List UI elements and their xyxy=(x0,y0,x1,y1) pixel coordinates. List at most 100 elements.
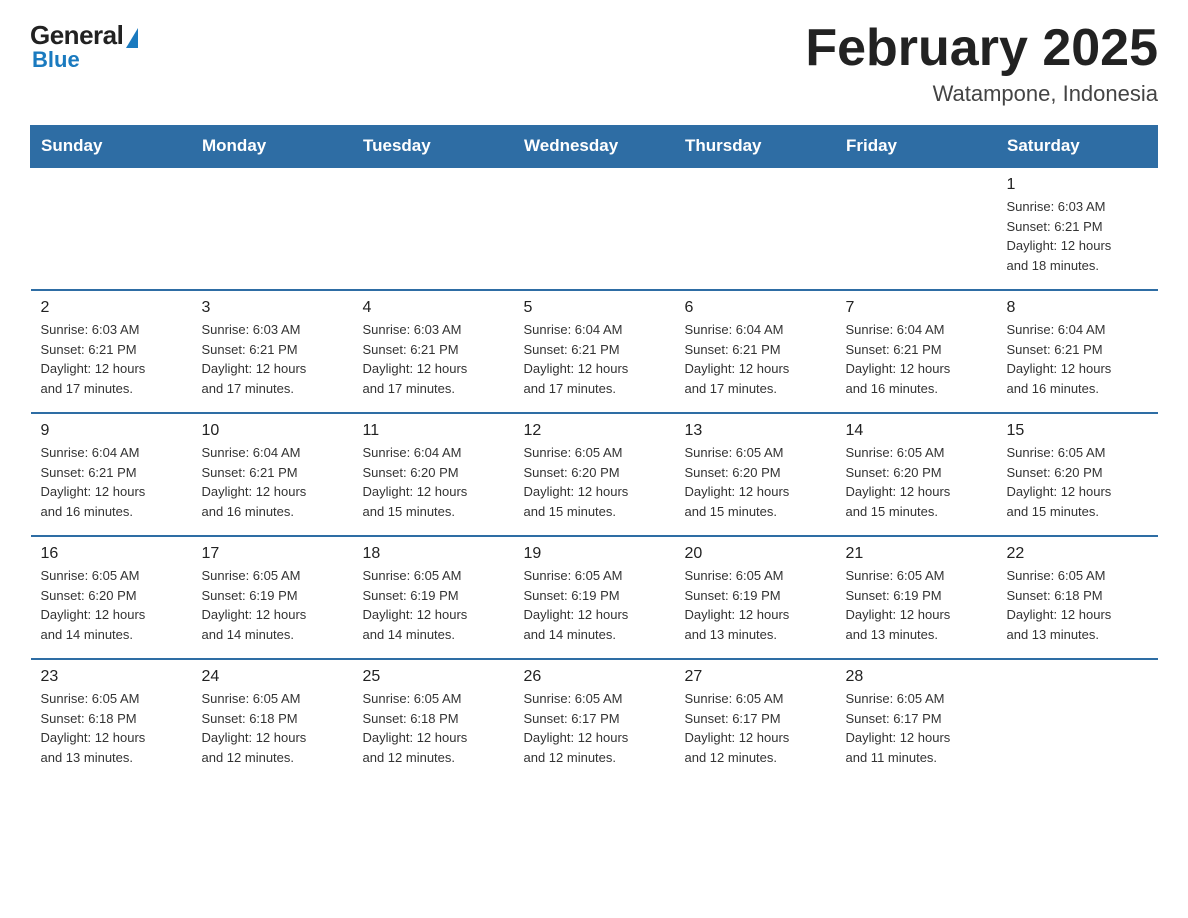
day-cell: 24 Sunrise: 6:05 AMSunset: 6:18 PMDayligh… xyxy=(192,659,353,781)
day-number: 27 xyxy=(685,668,826,686)
logo: General Blue xyxy=(30,20,138,73)
day-cell: 26Sunrise: 6:05 AMSunset: 6:17 PMDayligh… xyxy=(514,659,675,781)
day-number: 14 xyxy=(846,422,987,440)
header-cell-monday: Monday xyxy=(192,126,353,168)
day-cell: 11 Sunrise: 6:04 AMSunset: 6:20 PMDayligh… xyxy=(353,413,514,536)
day-info: Sunrise: 6:05 AMSunset: 6:20 PMDaylight:… xyxy=(846,443,987,521)
day-info: Sunrise: 6:05 AMSunset: 6:19 PMDaylight:… xyxy=(202,566,343,644)
header-cell-thursday: Thursday xyxy=(675,126,836,168)
day-number: 10 xyxy=(202,422,343,440)
day-cell: 10 Sunrise: 6:04 AMSunset: 6:21 PMDayligh… xyxy=(192,413,353,536)
day-info: Sunrise: 6:05 AMSunset: 6:20 PMDaylight:… xyxy=(685,443,826,521)
day-cell xyxy=(675,167,836,290)
day-info: Sunrise: 6:05 AMSunset: 6:18 PMDaylight:… xyxy=(363,689,504,767)
day-info: Sunrise: 6:03 AMSunset: 6:21 PMDaylight:… xyxy=(363,320,504,398)
day-info: Sunrise: 6:03 AMSunset: 6:21 PMDaylight:… xyxy=(1007,197,1148,275)
header-cell-saturday: Saturday xyxy=(997,126,1158,168)
day-cell: 20 Sunrise: 6:05 AMSunset: 6:19 PMDayligh… xyxy=(675,536,836,659)
day-number: 13 xyxy=(685,422,826,440)
day-cell xyxy=(997,659,1158,781)
day-number: 20 xyxy=(685,545,826,563)
day-cell: 3 Sunrise: 6:03 AMSunset: 6:21 PMDaylight… xyxy=(192,290,353,413)
day-number: 3 xyxy=(202,299,343,317)
day-number: 25 xyxy=(363,668,504,686)
day-cell: 2 Sunrise: 6:03 AMSunset: 6:21 PMDaylight… xyxy=(31,290,192,413)
day-info: Sunrise: 6:04 AMSunset: 6:21 PMDaylight:… xyxy=(41,443,182,521)
day-cell: 16 Sunrise: 6:05 AMSunset: 6:20 PMDayligh… xyxy=(31,536,192,659)
day-cell: 27 Sunrise: 6:05 AMSunset: 6:17 PMDayligh… xyxy=(675,659,836,781)
day-info: Sunrise: 6:05 AMSunset: 6:19 PMDaylight:… xyxy=(363,566,504,644)
day-cell: 5 Sunrise: 6:04 AMSunset: 6:21 PMDaylight… xyxy=(514,290,675,413)
header-cell-sunday: Sunday xyxy=(31,126,192,168)
day-cell: 17Sunrise: 6:05 AMSunset: 6:19 PMDayligh… xyxy=(192,536,353,659)
day-cell: 15 Sunrise: 6:05 AMSunset: 6:20 PMDayligh… xyxy=(997,413,1158,536)
day-info: Sunrise: 6:05 AMSunset: 6:17 PMDaylight:… xyxy=(524,689,665,767)
calendar-body: 1Sunrise: 6:03 AMSunset: 6:21 PMDaylight… xyxy=(31,167,1158,781)
day-info: Sunrise: 6:05 AMSunset: 6:19 PMDaylight:… xyxy=(524,566,665,644)
day-cell: 28 Sunrise: 6:05 AMSunset: 6:17 PMDayligh… xyxy=(836,659,997,781)
day-cell xyxy=(836,167,997,290)
day-cell xyxy=(31,167,192,290)
calendar-title: February 2025 xyxy=(805,20,1158,77)
day-cell: 12Sunrise: 6:05 AMSunset: 6:20 PMDayligh… xyxy=(514,413,675,536)
day-info: Sunrise: 6:05 AMSunset: 6:20 PMDaylight:… xyxy=(1007,443,1148,521)
day-number: 19 xyxy=(524,545,665,563)
title-block: February 2025 Watampone, Indonesia xyxy=(805,20,1158,107)
day-number: 24 xyxy=(202,668,343,686)
day-cell xyxy=(192,167,353,290)
day-number: 28 xyxy=(846,668,987,686)
day-cell: 6 Sunrise: 6:04 AMSunset: 6:21 PMDaylight… xyxy=(675,290,836,413)
logo-blue-text: Blue xyxy=(32,47,80,73)
day-number: 4 xyxy=(363,299,504,317)
day-cell: 23 Sunrise: 6:05 AMSunset: 6:18 PMDayligh… xyxy=(31,659,192,781)
day-number: 22 xyxy=(1007,545,1148,563)
day-info: Sunrise: 6:05 AMSunset: 6:19 PMDaylight:… xyxy=(846,566,987,644)
day-info: Sunrise: 6:05 AMSunset: 6:19 PMDaylight:… xyxy=(685,566,826,644)
day-number: 18 xyxy=(363,545,504,563)
day-number: 16 xyxy=(41,545,182,563)
header-cell-wednesday: Wednesday xyxy=(514,126,675,168)
day-info: Sunrise: 6:05 AMSunset: 6:17 PMDaylight:… xyxy=(846,689,987,767)
day-cell: 21Sunrise: 6:05 AMSunset: 6:19 PMDayligh… xyxy=(836,536,997,659)
day-cell: 9Sunrise: 6:04 AMSunset: 6:21 PMDaylight… xyxy=(31,413,192,536)
calendar-table: SundayMondayTuesdayWednesdayThursdayFrid… xyxy=(30,125,1158,781)
day-number: 5 xyxy=(524,299,665,317)
day-number: 12 xyxy=(524,422,665,440)
day-cell: 18 Sunrise: 6:05 AMSunset: 6:19 PMDayligh… xyxy=(353,536,514,659)
day-number: 2 xyxy=(41,299,182,317)
day-info: Sunrise: 6:04 AMSunset: 6:21 PMDaylight:… xyxy=(1007,320,1148,398)
calendar-subtitle: Watampone, Indonesia xyxy=(805,81,1158,107)
day-cell: 19 Sunrise: 6:05 AMSunset: 6:19 PMDayligh… xyxy=(514,536,675,659)
day-cell: 14 Sunrise: 6:05 AMSunset: 6:20 PMDayligh… xyxy=(836,413,997,536)
week-row-4: 16 Sunrise: 6:05 AMSunset: 6:20 PMDayligh… xyxy=(31,536,1158,659)
day-info: Sunrise: 6:03 AMSunset: 6:21 PMDaylight:… xyxy=(202,320,343,398)
day-cell: 13 Sunrise: 6:05 AMSunset: 6:20 PMDayligh… xyxy=(675,413,836,536)
day-info: Sunrise: 6:05 AMSunset: 6:17 PMDaylight:… xyxy=(685,689,826,767)
day-info: Sunrise: 6:04 AMSunset: 6:21 PMDaylight:… xyxy=(846,320,987,398)
day-cell: 4 Sunrise: 6:03 AMSunset: 6:21 PMDaylight… xyxy=(353,290,514,413)
day-info: Sunrise: 6:03 AMSunset: 6:21 PMDaylight:… xyxy=(41,320,182,398)
day-info: Sunrise: 6:05 AMSunset: 6:18 PMDaylight:… xyxy=(41,689,182,767)
header-cell-tuesday: Tuesday xyxy=(353,126,514,168)
week-row-5: 23 Sunrise: 6:05 AMSunset: 6:18 PMDayligh… xyxy=(31,659,1158,781)
day-info: Sunrise: 6:04 AMSunset: 6:21 PMDaylight:… xyxy=(202,443,343,521)
day-cell xyxy=(514,167,675,290)
day-number: 6 xyxy=(685,299,826,317)
week-row-3: 9Sunrise: 6:04 AMSunset: 6:21 PMDaylight… xyxy=(31,413,1158,536)
day-info: Sunrise: 6:04 AMSunset: 6:20 PMDaylight:… xyxy=(363,443,504,521)
calendar-header: SundayMondayTuesdayWednesdayThursdayFrid… xyxy=(31,126,1158,168)
header-row: SundayMondayTuesdayWednesdayThursdayFrid… xyxy=(31,126,1158,168)
day-info: Sunrise: 6:05 AMSunset: 6:18 PMDaylight:… xyxy=(202,689,343,767)
day-number: 8 xyxy=(1007,299,1148,317)
logo-triangle-icon xyxy=(126,28,138,48)
day-cell: 7Sunrise: 6:04 AMSunset: 6:21 PMDaylight… xyxy=(836,290,997,413)
day-number: 11 xyxy=(363,422,504,440)
day-info: Sunrise: 6:05 AMSunset: 6:18 PMDaylight:… xyxy=(1007,566,1148,644)
day-number: 23 xyxy=(41,668,182,686)
day-cell: 22 Sunrise: 6:05 AMSunset: 6:18 PMDayligh… xyxy=(997,536,1158,659)
header-cell-friday: Friday xyxy=(836,126,997,168)
day-number: 15 xyxy=(1007,422,1148,440)
day-info: Sunrise: 6:04 AMSunset: 6:21 PMDaylight:… xyxy=(524,320,665,398)
day-info: Sunrise: 6:04 AMSunset: 6:21 PMDaylight:… xyxy=(685,320,826,398)
day-info: Sunrise: 6:05 AMSunset: 6:20 PMDaylight:… xyxy=(41,566,182,644)
